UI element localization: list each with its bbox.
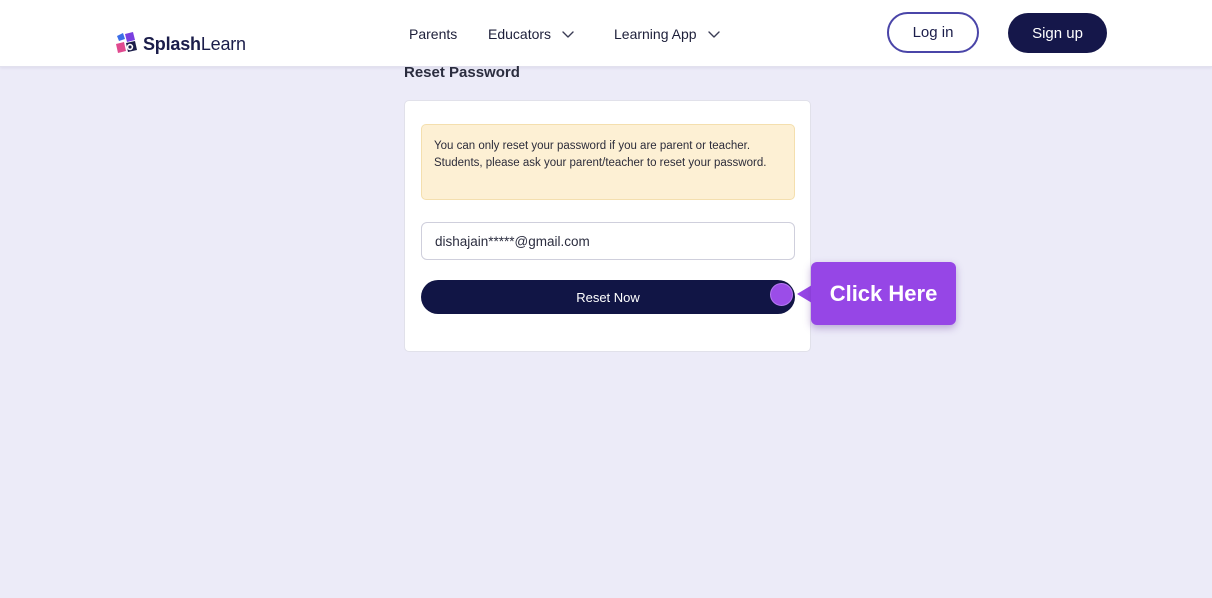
nav-educators[interactable]: Educators [488,26,575,42]
splashlearn-logo-icon [116,32,137,53]
email-value: dishajain*****@gmail.com [435,233,590,249]
nav-parents-label: Parents [409,26,458,42]
chevron-down-icon [562,31,574,38]
nav-educators-label: Educators [488,26,552,42]
brand-name-part2: Learn [200,33,246,54]
click-here-callout[interactable]: Click Here [811,262,956,325]
nav-parents[interactable]: Parents [409,26,457,42]
top-header: SplashLearn Parents Educators Learning A… [0,0,1212,67]
page-title: Reset Password [404,64,520,81]
login-button[interactable]: Log in [887,12,979,53]
reset-now-button[interactable]: Reset Now [421,280,795,314]
callout-arrow [797,285,812,303]
nav-learning-app-label: Learning App [614,26,697,42]
brand-name: SplashLearn [143,34,246,55]
reset-password-card: You can only reset your password if you … [404,100,811,352]
email-field[interactable]: dishajain*****@gmail.com [421,222,795,260]
splashlearn-logo[interactable]: SplashLearn [113,29,246,59]
chevron-down-icon [707,31,720,38]
notice-message: You can only reset your password if you … [421,124,795,200]
nav-learning-app[interactable]: Learning App [614,26,721,42]
click-hotspot-dot[interactable] [770,283,793,306]
signup-button[interactable]: Sign up [1008,13,1107,53]
reset-now-label: Reset Now [576,289,640,305]
brand-name-part1: Splash [143,33,201,54]
callout-label: Click Here [829,280,938,306]
